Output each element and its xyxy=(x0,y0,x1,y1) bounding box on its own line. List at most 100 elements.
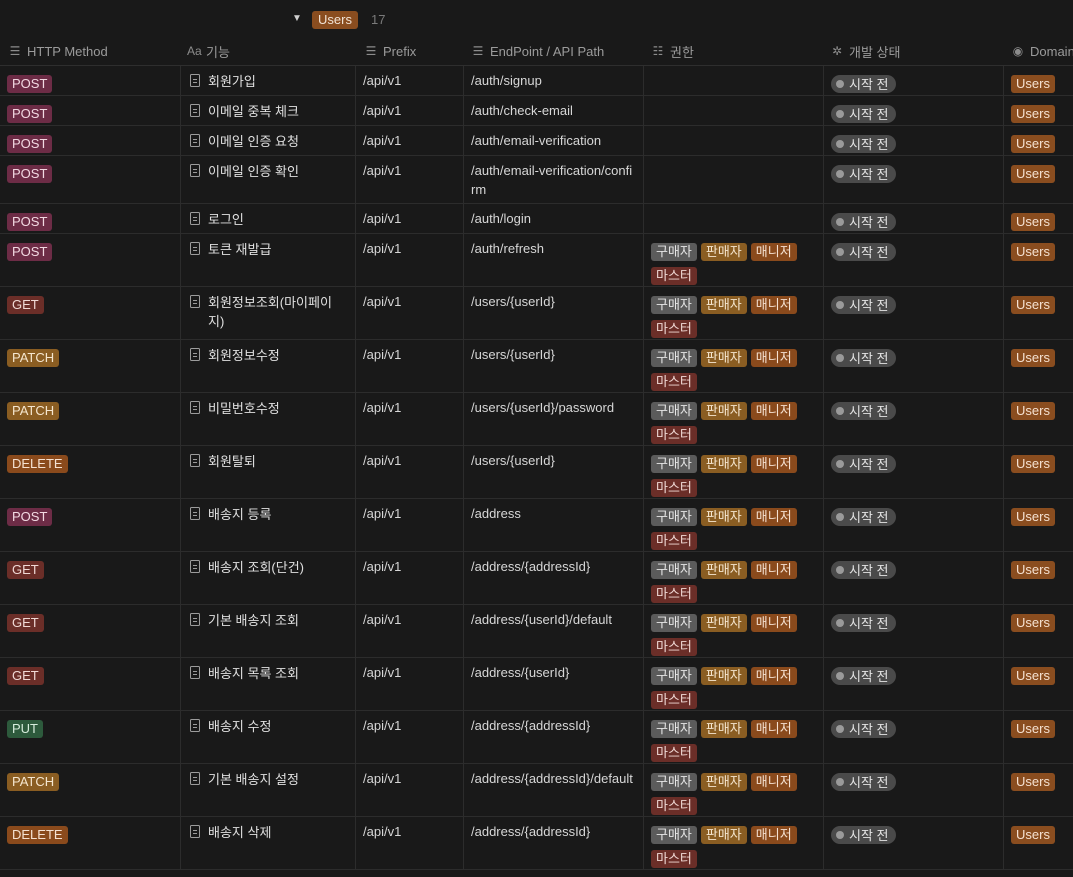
prefix-cell[interactable]: /api/v1 xyxy=(355,552,463,604)
status-cell[interactable]: 시작 전 xyxy=(823,764,1003,816)
function-cell[interactable]: 배송지 수정 xyxy=(180,711,355,763)
permission-cell[interactable]: 구매자 판매자 매니저마스터 xyxy=(643,552,823,604)
endpoint-cell[interactable]: /address/{addressId} xyxy=(463,552,643,604)
endpoint-cell[interactable]: /auth/signup xyxy=(463,66,643,95)
function-cell[interactable]: 배송지 목록 조회 xyxy=(180,658,355,710)
table-row[interactable]: GET 배송지 조회(단건) /api/v1/address/{addressId}… xyxy=(0,552,1073,605)
function-cell[interactable]: 이메일 인증 요청 xyxy=(180,126,355,155)
prefix-cell[interactable]: /api/v1 xyxy=(355,393,463,445)
endpoint-cell[interactable]: /users/{userId}/password xyxy=(463,393,643,445)
function-cell[interactable]: 회원정보조회(마이페이지) xyxy=(180,287,355,339)
prefix-cell[interactable]: /api/v1 xyxy=(355,711,463,763)
table-row[interactable]: POST 이메일 인증 확인/api/v1/auth/email-verifica… xyxy=(0,156,1073,204)
table-row[interactable]: GET 기본 배송지 조회/api/v1/address/{userId}/def… xyxy=(0,605,1073,658)
permission-cell[interactable] xyxy=(643,156,823,203)
status-cell[interactable]: 시작 전 xyxy=(823,126,1003,155)
endpoint-cell[interactable]: /address/{addressId} xyxy=(463,711,643,763)
function-cell[interactable]: 토큰 재발급 xyxy=(180,234,355,286)
endpoint-cell[interactable]: /auth/email-verification/confirm xyxy=(463,156,643,203)
method-cell[interactable]: POST xyxy=(0,234,180,286)
table-row[interactable]: PATCH 기본 배송지 설정/api/v1/address/{addressId… xyxy=(0,764,1073,817)
permission-cell[interactable]: 구매자 판매자 매니저마스터 xyxy=(643,234,823,286)
status-cell[interactable]: 시작 전 xyxy=(823,711,1003,763)
method-cell[interactable]: POST xyxy=(0,66,180,95)
table-row[interactable]: POST 로그인/api/v1/auth/login 시작 전 Users xyxy=(0,204,1073,234)
permission-cell[interactable]: 구매자 판매자 매니저마스터 xyxy=(643,764,823,816)
permission-cell[interactable]: 구매자 판매자 매니저마스터 xyxy=(643,287,823,339)
function-cell[interactable]: 회원정보수정 xyxy=(180,340,355,392)
column-header-status[interactable]: ✲ 개발 상태 xyxy=(830,36,900,66)
permission-cell[interactable]: 구매자 판매자 매니저마스터 xyxy=(643,711,823,763)
table-row[interactable]: PUT 배송지 수정/api/v1/address/{addressId} 구매자 판… xyxy=(0,711,1073,764)
prefix-cell[interactable]: /api/v1 xyxy=(355,287,463,339)
function-cell[interactable]: 비밀번호수정 xyxy=(180,393,355,445)
table-row[interactable]: POST 배송지 등록/api/v1/address 구매자 판매자 매니저마스터 시작 … xyxy=(0,499,1073,552)
table-row[interactable]: DELETE 배송지 삭제/api/v1/address/{addressId} 구… xyxy=(0,817,1073,870)
column-header-domain[interactable]: ◉ Domain xyxy=(1011,36,1073,66)
prefix-cell[interactable]: /api/v1 xyxy=(355,96,463,125)
permission-cell[interactable]: 구매자 판매자 매니저마스터 xyxy=(643,658,823,710)
permission-cell[interactable]: 구매자 판매자 매니저마스터 xyxy=(643,605,823,657)
prefix-cell[interactable]: /api/v1 xyxy=(355,126,463,155)
domain-cell[interactable]: Users xyxy=(1003,156,1073,203)
domain-cell[interactable]: Users xyxy=(1003,817,1073,869)
column-header-method[interactable]: ☰ HTTP Method xyxy=(8,36,108,66)
endpoint-cell[interactable]: /auth/login xyxy=(463,204,643,233)
domain-cell[interactable]: Users xyxy=(1003,234,1073,286)
method-cell[interactable]: GET xyxy=(0,287,180,339)
permission-cell[interactable] xyxy=(643,204,823,233)
prefix-cell[interactable]: /api/v1 xyxy=(355,204,463,233)
domain-cell[interactable]: Users xyxy=(1003,66,1073,95)
endpoint-cell[interactable]: /address/{userId}/default xyxy=(463,605,643,657)
prefix-cell[interactable]: /api/v1 xyxy=(355,817,463,869)
status-cell[interactable]: 시작 전 xyxy=(823,605,1003,657)
method-cell[interactable]: POST xyxy=(0,156,180,203)
permission-cell[interactable]: 구매자 판매자 매니저마스터 xyxy=(643,446,823,498)
method-cell[interactable]: GET xyxy=(0,658,180,710)
endpoint-cell[interactable]: /auth/refresh xyxy=(463,234,643,286)
method-cell[interactable]: PATCH xyxy=(0,340,180,392)
prefix-cell[interactable]: /api/v1 xyxy=(355,658,463,710)
prefix-cell[interactable]: /api/v1 xyxy=(355,764,463,816)
endpoint-cell[interactable]: /address xyxy=(463,499,643,551)
endpoint-cell[interactable]: /address/{addressId} xyxy=(463,817,643,869)
function-cell[interactable]: 회원탈퇴 xyxy=(180,446,355,498)
function-cell[interactable]: 기본 배송지 설정 xyxy=(180,764,355,816)
function-cell[interactable]: 이메일 중복 체크 xyxy=(180,96,355,125)
table-row[interactable]: POST 이메일 인증 요청/api/v1/auth/email-verifica… xyxy=(0,126,1073,156)
status-cell[interactable]: 시작 전 xyxy=(823,96,1003,125)
prefix-cell[interactable]: /api/v1 xyxy=(355,156,463,203)
table-row[interactable]: GET 배송지 목록 조회/api/v1/address/{userId} 구매자 판… xyxy=(0,658,1073,711)
domain-cell[interactable]: Users xyxy=(1003,605,1073,657)
domain-cell[interactable]: Users xyxy=(1003,126,1073,155)
status-cell[interactable]: 시작 전 xyxy=(823,156,1003,203)
column-header-func[interactable]: Aa 기능 xyxy=(187,36,230,66)
status-cell[interactable]: 시작 전 xyxy=(823,393,1003,445)
table-row[interactable]: POST 회원가입/api/v1/auth/signup 시작 전 Users xyxy=(0,66,1073,96)
column-header-prefix[interactable]: ☰ Prefix xyxy=(364,36,417,66)
prefix-cell[interactable]: /api/v1 xyxy=(355,340,463,392)
endpoint-cell[interactable]: /users/{userId} xyxy=(463,287,643,339)
table-row[interactable]: GET 회원정보조회(마이페이지) /api/v1/users/{userId} 구매… xyxy=(0,287,1073,340)
status-cell[interactable]: 시작 전 xyxy=(823,287,1003,339)
function-cell[interactable]: 배송지 등록 xyxy=(180,499,355,551)
status-cell[interactable]: 시작 전 xyxy=(823,204,1003,233)
prefix-cell[interactable]: /api/v1 xyxy=(355,446,463,498)
method-cell[interactable]: GET xyxy=(0,552,180,604)
domain-cell[interactable]: Users xyxy=(1003,204,1073,233)
status-cell[interactable]: 시작 전 xyxy=(823,234,1003,286)
domain-cell[interactable]: Users xyxy=(1003,393,1073,445)
domain-cell[interactable]: Users xyxy=(1003,287,1073,339)
table-row[interactable]: POST 이메일 중복 체크/api/v1/auth/check-email 시작 … xyxy=(0,96,1073,126)
function-cell[interactable]: 로그인 xyxy=(180,204,355,233)
function-cell[interactable]: 이메일 인증 확인 xyxy=(180,156,355,203)
prefix-cell[interactable]: /api/v1 xyxy=(355,234,463,286)
permission-cell[interactable]: 구매자 판매자 매니저마스터 xyxy=(643,393,823,445)
status-cell[interactable]: 시작 전 xyxy=(823,446,1003,498)
prefix-cell[interactable]: /api/v1 xyxy=(355,499,463,551)
permission-cell[interactable] xyxy=(643,96,823,125)
group-collapse-icon[interactable]: ▼ xyxy=(292,12,304,26)
status-cell[interactable]: 시작 전 xyxy=(823,817,1003,869)
permission-cell[interactable]: 구매자 판매자 매니저마스터 xyxy=(643,817,823,869)
permission-cell[interactable]: 구매자 판매자 매니저마스터 xyxy=(643,499,823,551)
